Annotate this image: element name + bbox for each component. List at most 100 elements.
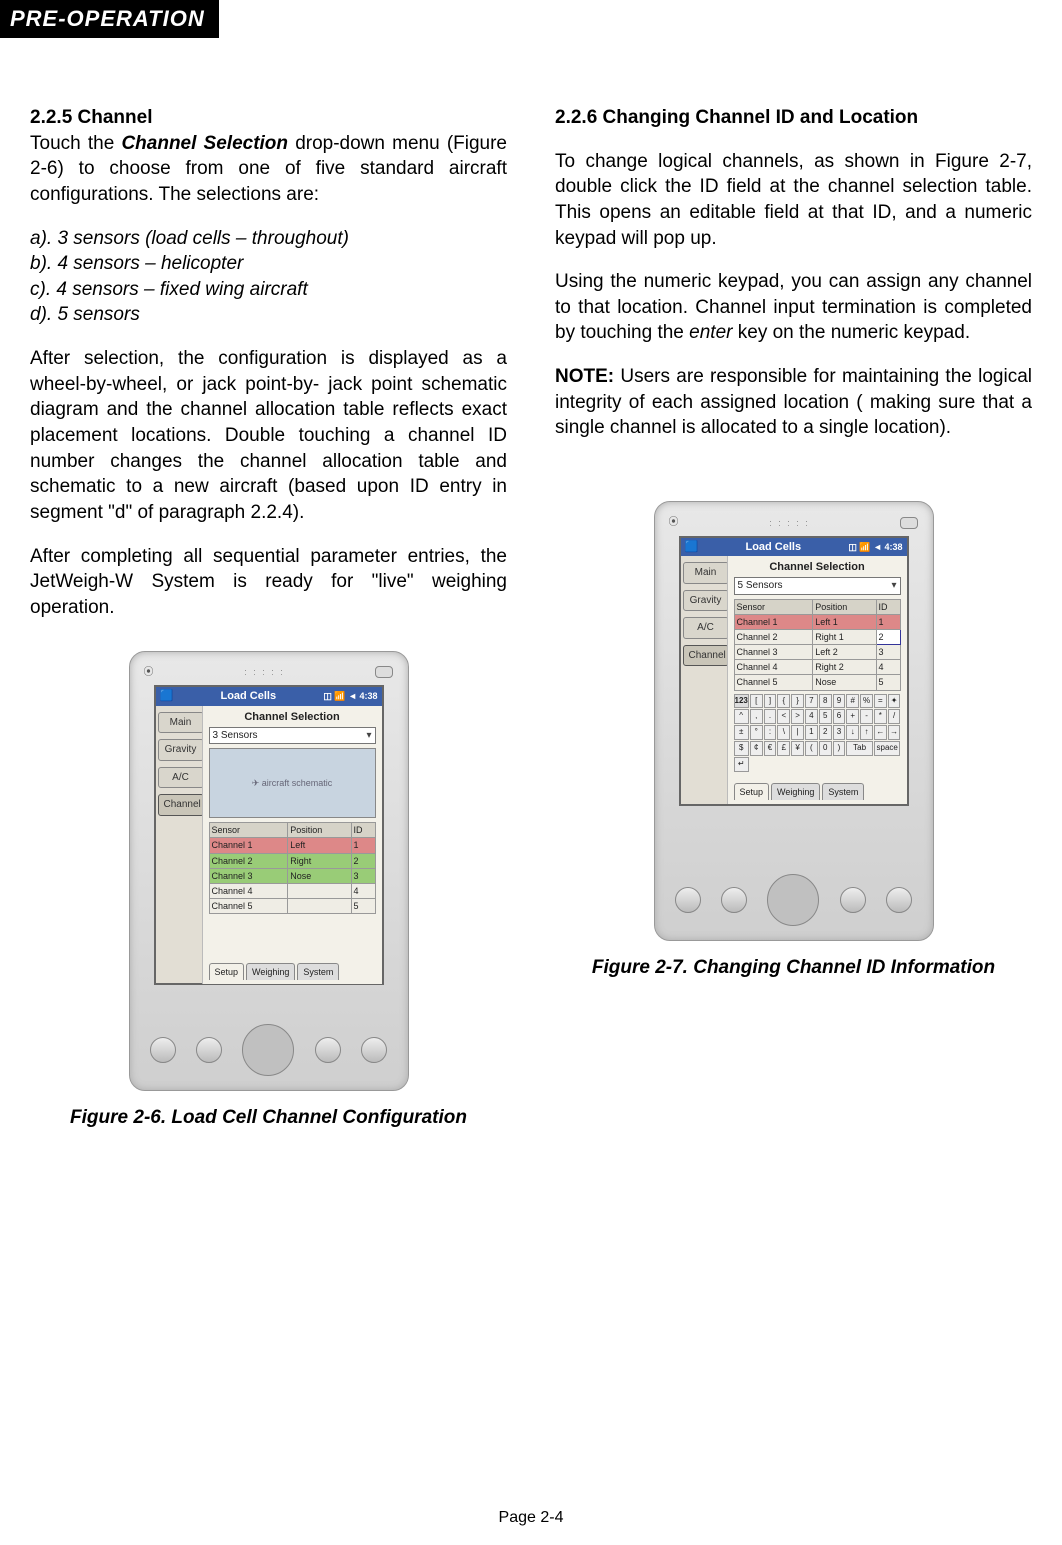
table-row[interactable]: Channel 1Left1 bbox=[209, 838, 375, 853]
keypad-key[interactable]: { bbox=[777, 694, 790, 709]
keypad-key[interactable]: £ bbox=[777, 741, 790, 756]
keypad-key[interactable]: [ bbox=[750, 694, 763, 709]
keypad-key[interactable]: } bbox=[791, 694, 804, 709]
table-row[interactable]: Channel 55 bbox=[209, 898, 375, 913]
hw-button-3[interactable] bbox=[840, 887, 866, 913]
chevron-down-icon: ▾ bbox=[366, 729, 371, 743]
keypad-key[interactable]: 7 bbox=[805, 694, 818, 709]
dpad[interactable] bbox=[767, 874, 819, 926]
dpad[interactable] bbox=[242, 1024, 294, 1076]
option-c: c). 4 sensors – fixed wing aircraft bbox=[30, 277, 507, 303]
keypad-key[interactable]: < bbox=[777, 709, 790, 724]
table-row[interactable]: Channel 2Right 12 bbox=[734, 630, 900, 645]
keypad-key[interactable]: / bbox=[888, 709, 901, 724]
tab-gravity[interactable]: Gravity bbox=[158, 739, 204, 761]
tab-main[interactable]: Main bbox=[158, 712, 204, 734]
keypad-key[interactable]: 2 bbox=[819, 725, 832, 740]
keypad-key[interactable]: ¢ bbox=[750, 741, 763, 756]
table-row[interactable]: Channel 44 bbox=[209, 883, 375, 898]
channel-selection-dropdown[interactable]: 3 Sensors▾ bbox=[209, 727, 376, 745]
keypad-key[interactable]: 8 bbox=[819, 694, 832, 709]
table-row[interactable]: Channel 3Left 23 bbox=[734, 645, 900, 660]
keypad-key[interactable]: 1 bbox=[805, 725, 818, 740]
keypad-key[interactable]: | bbox=[791, 725, 804, 740]
figure-26-caption: Figure 2-6. Load Cell Channel Configurat… bbox=[30, 1105, 507, 1131]
tab-main[interactable]: Main bbox=[683, 562, 729, 584]
hw-button-2[interactable] bbox=[196, 1037, 222, 1063]
keypad-key[interactable]: ✦ bbox=[888, 694, 901, 709]
keypad-key[interactable]: = bbox=[874, 694, 887, 709]
table-row[interactable]: Channel 5Nose5 bbox=[734, 675, 900, 690]
keypad-key[interactable]: space bbox=[874, 741, 901, 756]
keypad-key[interactable]: 3 bbox=[833, 725, 846, 740]
table-row[interactable]: Channel 1Left 11 bbox=[734, 614, 900, 629]
keypad-key[interactable]: ↵ bbox=[734, 757, 749, 772]
right-para1: To change logical channels, as shown in … bbox=[555, 149, 1032, 252]
keypad-key[interactable]: ° bbox=[750, 725, 763, 740]
start-icon[interactable]: 🟦 bbox=[160, 689, 174, 704]
keypad-key[interactable]: ) bbox=[833, 741, 846, 756]
keypad-key[interactable]: . bbox=[764, 709, 777, 724]
tab-channel[interactable]: Channel bbox=[683, 645, 729, 667]
keypad-key[interactable]: - bbox=[860, 709, 873, 724]
pda-device-fig27: ⦿ : : : : : 🟦 Load Cells ◫ 📶 ◄ 4:38 Main… bbox=[654, 501, 934, 941]
channel-selection-dropdown[interactable]: 5 Sensors▾ bbox=[734, 577, 901, 595]
keypad-key[interactable]: , bbox=[750, 709, 763, 724]
tab-ac[interactable]: A/C bbox=[683, 617, 729, 639]
start-icon[interactable]: 🟦 bbox=[685, 540, 699, 555]
status-area: ◫ 📶 ◄ 4:38 bbox=[848, 541, 902, 553]
keypad-key[interactable]: ^ bbox=[734, 709, 749, 724]
keypad-key[interactable]: ↑ bbox=[860, 725, 873, 740]
option-a: a). 3 sensors (load cells – throughout) bbox=[30, 226, 507, 252]
keypad-key[interactable]: 5 bbox=[819, 709, 832, 724]
keypad-key[interactable]: → bbox=[888, 725, 901, 740]
table-row[interactable]: Channel 3Nose3 bbox=[209, 868, 375, 883]
bottab-setup[interactable]: Setup bbox=[734, 783, 770, 800]
tab-gravity[interactable]: Gravity bbox=[683, 590, 729, 612]
keypad-key[interactable]: ] bbox=[764, 694, 777, 709]
keypad-key[interactable]: 6 bbox=[833, 709, 846, 724]
sensor-option-list: a). 3 sensors (load cells – throughout) … bbox=[30, 226, 507, 329]
keypad-key[interactable]: \ bbox=[777, 725, 790, 740]
note-text: Users are responsible for maintaining th… bbox=[555, 366, 1032, 438]
hw-button-4[interactable] bbox=[361, 1037, 387, 1063]
hw-button-3[interactable] bbox=[315, 1037, 341, 1063]
keypad-key[interactable]: # bbox=[846, 694, 859, 709]
keypad-key[interactable]: ( bbox=[805, 741, 818, 756]
keypad-key[interactable]: * bbox=[874, 709, 887, 724]
table-row[interactable]: Channel 2Right2 bbox=[209, 853, 375, 868]
keypad-key[interactable]: ↓ bbox=[846, 725, 859, 740]
tab-ac[interactable]: A/C bbox=[158, 767, 204, 789]
keypad-key[interactable]: $ bbox=[734, 741, 749, 756]
keypad-key[interactable]: 4 bbox=[805, 709, 818, 724]
pda-top-bar: ⦿ : : : : : bbox=[130, 662, 408, 686]
channel-selection-label: Channel Selection bbox=[209, 710, 376, 725]
keypad-key[interactable]: : bbox=[764, 725, 777, 740]
bottab-setup[interactable]: Setup bbox=[209, 963, 245, 980]
keypad-key[interactable]: > bbox=[791, 709, 804, 724]
numeric-keypad: 123[]{}789#%=✦^,.<>456+-*/±°:\|123↓↑←→$¢… bbox=[734, 694, 901, 772]
keypad-key[interactable]: ← bbox=[874, 725, 887, 740]
hw-button-2[interactable] bbox=[721, 887, 747, 913]
keypad-key[interactable]: Tab bbox=[846, 741, 873, 756]
keypad-key[interactable]: 0 bbox=[819, 741, 832, 756]
bottab-weighing[interactable]: Weighing bbox=[246, 963, 295, 980]
bottab-system[interactable]: System bbox=[297, 963, 339, 980]
tab-channel[interactable]: Channel bbox=[158, 794, 204, 816]
keypad-key[interactable]: + bbox=[846, 709, 859, 724]
keypad-key[interactable]: 9 bbox=[833, 694, 846, 709]
keypad-key[interactable]: ¥ bbox=[791, 741, 804, 756]
keypad-key[interactable]: ± bbox=[734, 725, 749, 740]
bottab-weighing[interactable]: Weighing bbox=[771, 783, 820, 800]
hw-button-4[interactable] bbox=[886, 887, 912, 913]
keypad-key[interactable]: € bbox=[764, 741, 777, 756]
table-row[interactable]: Channel 4Right 24 bbox=[734, 660, 900, 675]
hw-button-1[interactable] bbox=[675, 887, 701, 913]
keypad-key[interactable]: % bbox=[860, 694, 873, 709]
bottom-tabs: Setup Weighing System bbox=[209, 963, 376, 980]
bottab-system[interactable]: System bbox=[822, 783, 864, 800]
keypad-key[interactable]: 123 bbox=[734, 694, 749, 709]
th-position: Position bbox=[288, 823, 351, 838]
hw-button-1[interactable] bbox=[150, 1037, 176, 1063]
app-title: Load Cells bbox=[220, 689, 276, 704]
